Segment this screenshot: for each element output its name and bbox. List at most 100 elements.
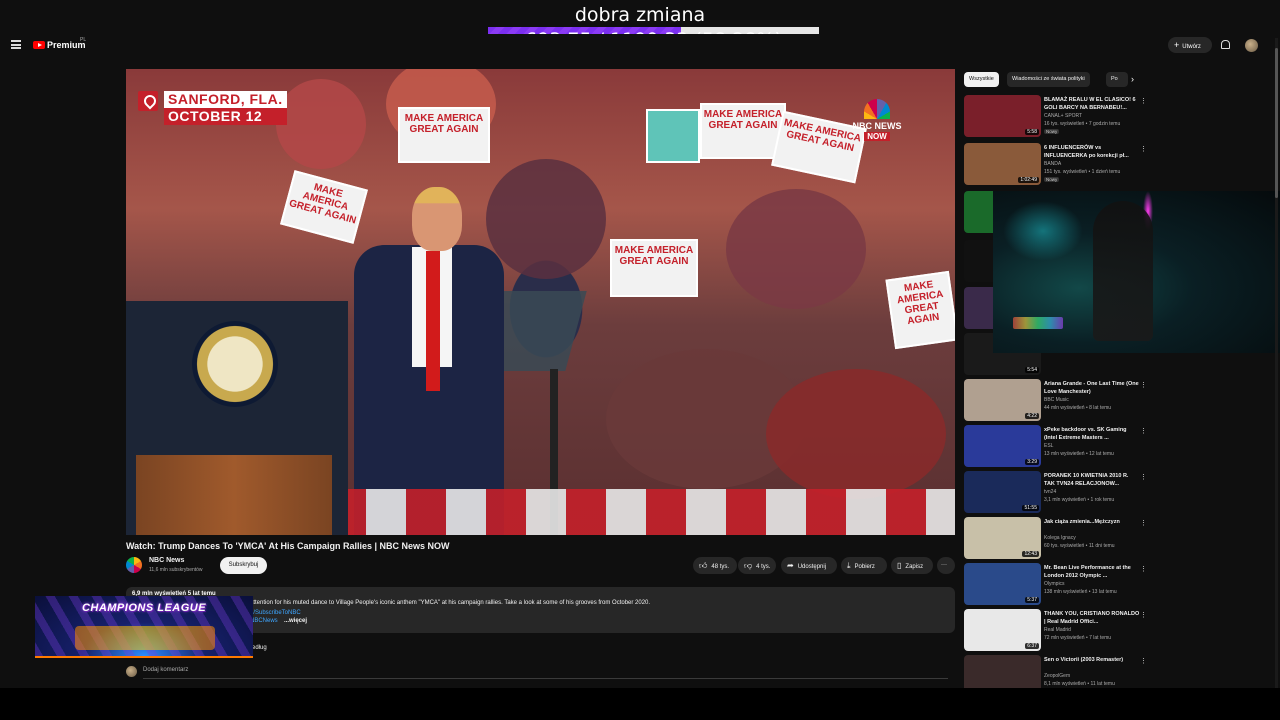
- share-button[interactable]: ➦ Udostępnij: [781, 557, 837, 574]
- podium: [126, 301, 348, 535]
- kebab-menu-icon[interactable]: ⋮: [1140, 657, 1147, 665]
- recommendation-title[interactable]: Sen o Victorii (2003 Remaster): [1044, 656, 1140, 664]
- recommendation-title[interactable]: Mr. Bean Live Performance at the London …: [1044, 564, 1140, 580]
- recommendation-channel[interactable]: BANDA: [1044, 161, 1061, 167]
- recommendation-channel[interactable]: Kolega Ignacy: [1044, 535, 1076, 541]
- download-button[interactable]: ⤓ Pobierz: [841, 557, 887, 574]
- streamer-silhouette: [1093, 201, 1153, 341]
- video-thumbnail[interactable]: 5:37: [964, 563, 1041, 605]
- menu-icon[interactable]: [11, 40, 21, 49]
- description-text: attention for his muted dance to Village…: [250, 600, 651, 606]
- kebab-menu-icon[interactable]: ⋮: [1140, 97, 1147, 105]
- kebab-menu-icon[interactable]: ⋮: [1140, 381, 1147, 389]
- channel-avatar[interactable]: [126, 557, 142, 573]
- duration-badge: 5:54: [1025, 367, 1039, 373]
- recommendation-title[interactable]: Ariana Grande - One Last Time (One Love …: [1044, 380, 1140, 396]
- recommendation-item[interactable]: 6:37 THANK YOU, CRISTIANO RONALDO | Real …: [964, 609, 1147, 651]
- recommendation-channel[interactable]: BBC Music: [1044, 397, 1069, 403]
- avatar: [126, 666, 137, 677]
- create-label: Utwórz: [1182, 44, 1201, 50]
- recommendation-channel[interactable]: ZeopolGem: [1044, 673, 1070, 679]
- recommendation-item[interactable]: 5:37 Mr. Bean Live Performance at the Lon…: [964, 563, 1147, 605]
- create-button[interactable]: + Utwórz: [1168, 37, 1212, 53]
- recommendation-item[interactable]: 51:55 PORANEK 10 KWIETNIA 2010 R. TAK TVN…: [964, 471, 1147, 513]
- recommendation-title[interactable]: xPeke backdoor vs. SK Gaming (Intel Extr…: [1044, 426, 1140, 442]
- video-thumbnail[interactable]: 1:02:49: [964, 143, 1041, 185]
- new-badge: Nowy: [1044, 177, 1060, 182]
- recommendation-channel[interactable]: CANAL+ SPORT: [1044, 113, 1082, 119]
- presidential-seal-icon: [192, 321, 278, 407]
- recommendation-meta: 13 mln wyświetleń • 12 lat temu: [1044, 451, 1114, 457]
- dislike-button[interactable]: 👎︎ 4 tys.: [738, 557, 776, 574]
- keyboard: [1013, 317, 1063, 329]
- recommendation-meta: 138 mln wyświetleń • 13 lat temu: [1044, 589, 1117, 595]
- description-hashtag[interactable]: NBCNews: [250, 618, 278, 624]
- video-thumbnail[interactable]: 5:58: [964, 95, 1041, 137]
- kebab-menu-icon[interactable]: ⋮: [1140, 611, 1147, 619]
- recommendation-item[interactable]: 4:22 Ariana Grande - One Last Time (One L…: [964, 379, 1147, 421]
- recommendation-item[interactable]: 1:02:49 6 INFLUENCERÓW vs INFLUENCERKA po…: [964, 143, 1147, 185]
- video-thumbnail[interactable]: 4:22: [964, 379, 1041, 421]
- webcam-overlay: [993, 191, 1280, 353]
- show-more-link[interactable]: ...więcej: [284, 618, 307, 624]
- channel-name[interactable]: NBC News: [149, 557, 184, 564]
- recommendation-title[interactable]: BLAMAŻ REALU W EL CLASICO! 6 GOLI BARCY …: [1044, 96, 1140, 112]
- recommendation-title[interactable]: 6 INFLUENCERÓW vs INFLUENCERKA po korekc…: [1044, 144, 1140, 160]
- bell-icon[interactable]: [1221, 40, 1230, 49]
- location-label: SANFORD, FLA. OCTOBER 12: [134, 91, 287, 125]
- recommendation-item[interactable]: 5:58 BLAMAŻ REALU W EL CLASICO! 6 GOLI BA…: [964, 95, 1147, 137]
- more-actions-button[interactable]: ···: [937, 557, 955, 574]
- video-thumbnail[interactable]: 12:43: [964, 517, 1041, 559]
- kebab-menu-icon[interactable]: ⋮: [1140, 519, 1147, 527]
- peacock-icon: [864, 99, 890, 119]
- save-button[interactable]: ▯ Zapisz: [891, 557, 933, 574]
- champions-league-text: CHAMPIONS LEAGUE: [81, 602, 207, 614]
- page-scrollbar[interactable]: [1275, 38, 1278, 688]
- chip-politics-news[interactable]: Wiadomości ze świata polityki: [1007, 72, 1090, 87]
- share-icon: ➦: [787, 561, 794, 570]
- video-thumbnail[interactable]: 51:55: [964, 471, 1041, 513]
- chip-partial[interactable]: Po: [1106, 72, 1128, 87]
- avatar[interactable]: [1245, 39, 1258, 52]
- scrollbar-thumb[interactable]: [1275, 48, 1278, 198]
- recommendation-item[interactable]: 3:29 xPeke backdoor vs. SK Gaming (Intel …: [964, 425, 1147, 467]
- kebab-menu-icon[interactable]: ⋮: [1140, 473, 1147, 481]
- bookmark-icon: ▯: [897, 561, 902, 570]
- thumbs-down-icon: 👎︎: [744, 561, 753, 570]
- comment-input[interactable]: Dodaj komentarz: [143, 667, 188, 673]
- video-thumbnail[interactable]: 6:37: [964, 609, 1041, 651]
- recommendation-channel[interactable]: tvn24: [1044, 489, 1056, 495]
- recommendation-meta: 72 mln wyświetleń • 7 lat temu: [1044, 635, 1112, 641]
- recommendation-meta: 8,1 mln wyświetleń • 11 lat temu: [1044, 681, 1115, 687]
- recommendation-title[interactable]: THANK YOU, CRISTIANO RONALDO | Real Madr…: [1044, 610, 1140, 626]
- youtube-logo-icon[interactable]: [33, 41, 45, 49]
- description-link[interactable]: o/SubscribeToNBC: [250, 610, 301, 616]
- chevron-right-icon[interactable]: ›: [1131, 74, 1134, 84]
- recommendation-title[interactable]: PORANEK 10 KWIETNIA 2010 R. TAK TVN24 RE…: [1044, 472, 1140, 488]
- recommendation-item[interactable]: 12:43 Jak ciąża zmienia...Mężczyzn Kolega …: [964, 517, 1147, 559]
- new-badge: Nowy: [1044, 129, 1060, 134]
- recommendation-channel[interactable]: ESL: [1044, 443, 1053, 449]
- sort-comments-label[interactable]: edług: [252, 645, 267, 651]
- recommendation-channel[interactable]: Real Madrid: [1044, 627, 1071, 633]
- recommendation-title[interactable]: Jak ciąża zmienia...Mężczyzn: [1044, 518, 1140, 526]
- subscribe-button[interactable]: Subskrybuj: [220, 557, 267, 574]
- kebab-menu-icon[interactable]: ⋮: [1140, 427, 1147, 435]
- download-icon: ⤓: [847, 561, 851, 570]
- recommendation-meta: 16 tys. wyświetleń • 7 godzin temu: [1044, 121, 1121, 127]
- recommendation-meta: 3,1 mln wyświetleń • 1 rok temu: [1044, 497, 1115, 503]
- duration-badge: 5:37: [1025, 597, 1039, 603]
- stream-overlay-title: dobra zmiana: [574, 4, 706, 26]
- like-button[interactable]: 👍︎ 48 tys.: [693, 557, 737, 574]
- maga-sign: MAKE AMERICA GREAT AGAIN: [398, 107, 490, 163]
- speaker-figure: [354, 187, 504, 535]
- kebab-menu-icon[interactable]: ⋮: [1140, 565, 1147, 573]
- video-thumbnail[interactable]: 3:29: [964, 425, 1041, 467]
- duration-badge: 5:58: [1025, 129, 1039, 135]
- video-player[interactable]: MAKE AMERICA GREAT AGAIN MAKE AMERICA GR…: [126, 69, 955, 535]
- location-city: SANFORD, FLA.: [164, 91, 287, 108]
- recommendation-channel[interactable]: Olympics: [1044, 581, 1065, 587]
- location-pin-icon: [138, 91, 158, 111]
- chip-all[interactable]: Wszystkie: [964, 72, 999, 87]
- kebab-menu-icon[interactable]: ⋮: [1140, 145, 1147, 153]
